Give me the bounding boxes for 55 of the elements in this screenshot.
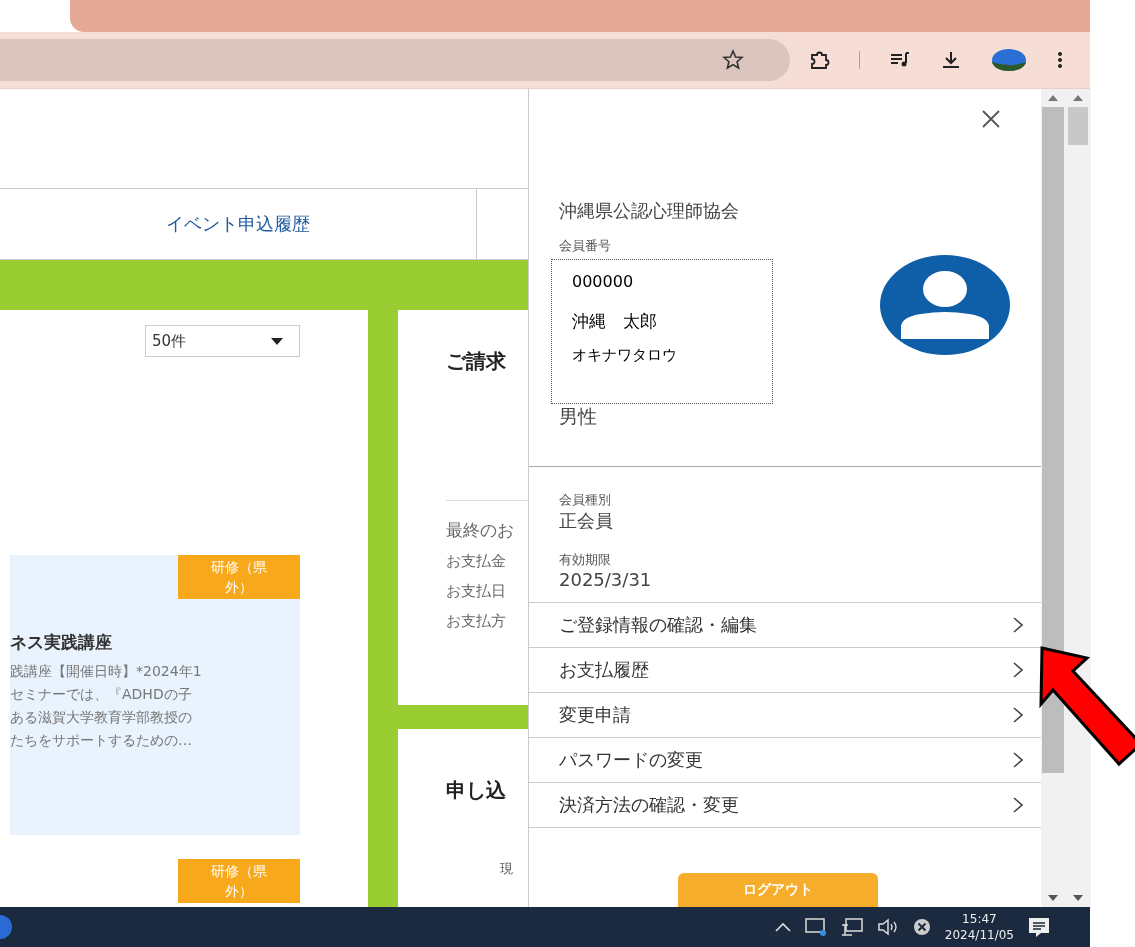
menu-item[interactable]: ご登録情報の確認・編集 bbox=[529, 603, 1041, 648]
chevron-right-icon bbox=[1013, 617, 1023, 633]
avatar-icon bbox=[879, 254, 1011, 356]
scrollbar-thumb[interactable] bbox=[1041, 107, 1064, 773]
status-label: 現 bbox=[500, 860, 514, 878]
section-heading: 申し込 bbox=[446, 777, 507, 804]
organization-name: 沖縄県公認心理師協会 bbox=[559, 199, 740, 223]
monitor-icon[interactable] bbox=[804, 917, 827, 937]
payment-label: お支払金 bbox=[446, 551, 507, 572]
member-number: 000000 bbox=[572, 272, 635, 293]
page-size-select[interactable]: 50件 bbox=[145, 325, 300, 357]
field-value: 2025/3/31 bbox=[559, 569, 653, 590]
chevron-right-icon bbox=[1013, 752, 1023, 768]
payment-heading: 最終のお bbox=[446, 519, 515, 542]
caret-down-icon bbox=[271, 337, 283, 345]
notification-icon[interactable] bbox=[1028, 916, 1050, 938]
field-value: 正会員 bbox=[559, 509, 614, 533]
profile-avatar-icon[interactable] bbox=[991, 47, 1027, 73]
puzzle-icon[interactable] bbox=[808, 49, 830, 71]
gender-value: 男性 bbox=[559, 404, 598, 429]
member-kana: オキナワタロウ bbox=[572, 346, 678, 365]
download-icon[interactable] bbox=[940, 49, 962, 71]
chevron-right-icon bbox=[1013, 662, 1023, 678]
payment-label: お支払方 bbox=[446, 611, 507, 632]
category-badge: 研修（県外） bbox=[178, 555, 300, 599]
payment-label: お支払日 bbox=[446, 581, 507, 602]
event-card[interactable]: 研修（県外） ネス実践講座 践講座【開催日時】*2024年1 セミナーでは、『ADHDの子 ある滋賀大学教育学部教授の たちをサポートするための… bbox=[10, 555, 300, 835]
field-label: 有効期限 bbox=[559, 551, 612, 569]
clock-time[interactable]: 15:47 bbox=[944, 911, 1014, 927]
menu-item[interactable]: 決済方法の確認・変更 bbox=[529, 783, 1041, 828]
field-label: 会員種別 bbox=[559, 491, 612, 509]
scrollbar-thumb[interactable] bbox=[1067, 107, 1088, 145]
category-badge: 研修（県外） bbox=[178, 859, 300, 903]
menu-item[interactable]: パスワードの変更 bbox=[529, 738, 1041, 783]
event-title: ネス実践講座 bbox=[10, 631, 113, 654]
scroll-up-icon[interactable] bbox=[1072, 95, 1083, 101]
scroll-down-icon[interactable] bbox=[1047, 895, 1058, 901]
error-icon[interactable] bbox=[912, 918, 931, 936]
speaker-icon[interactable] bbox=[876, 917, 899, 937]
close-icon[interactable] bbox=[981, 109, 1001, 129]
app-icon[interactable] bbox=[0, 915, 14, 939]
scroll-up-icon[interactable] bbox=[1047, 95, 1058, 101]
network-icon[interactable] bbox=[840, 917, 863, 937]
section-heading: ご請求 bbox=[446, 348, 507, 375]
chevron-up-icon[interactable] bbox=[774, 922, 791, 932]
chevron-right-icon bbox=[1013, 797, 1023, 813]
star-icon[interactable] bbox=[722, 49, 744, 71]
event-description: 践講座【開催日時】*2024年1 セミナーでは、『ADHDの子 ある滋賀大学教育学部教授の たちをサポートするための… bbox=[10, 662, 203, 750]
history-tab[interactable]: イベント申込履歴 bbox=[0, 189, 477, 259]
clock-date[interactable]: 2024/11/05 bbox=[944, 927, 1014, 943]
field-label: 会員番号 bbox=[559, 237, 612, 255]
more-menu-icon[interactable] bbox=[1056, 49, 1064, 71]
chevron-right-icon bbox=[1013, 707, 1023, 723]
member-name: 沖縄 太郎 bbox=[572, 310, 658, 333]
scroll-down-icon[interactable] bbox=[1072, 895, 1083, 901]
